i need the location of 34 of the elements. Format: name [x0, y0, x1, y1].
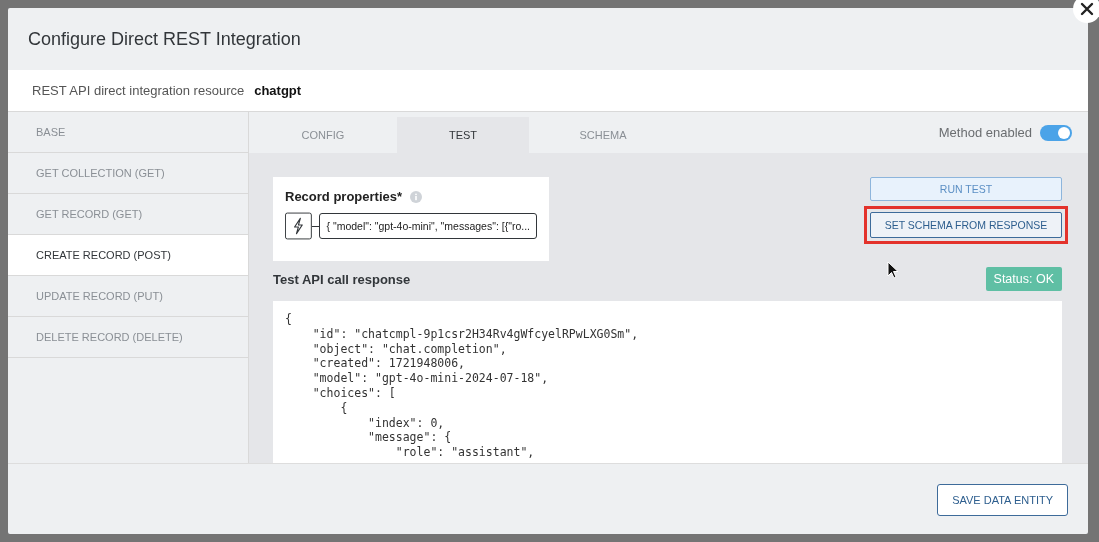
field-label: Record properties* [285, 189, 403, 204]
sidebar-item[interactable]: GET COLLECTION (GET) [8, 153, 248, 194]
code-line: { [285, 312, 293, 327]
code-line: "created": 1721948006, [311, 356, 466, 372]
code-line: "role": "assistant", [394, 445, 536, 460]
code-line: "id": "chatcmpl-9p1csr2H34Rv4gWfcyelRPwLXG0Sm", [311, 326, 640, 342]
lightning-icon[interactable] [285, 212, 312, 240]
close-icon [1080, 2, 1094, 16]
code-line: "index": 0, [367, 415, 445, 431]
run-test-button[interactable]: RUN TEST [870, 177, 1062, 201]
input-field[interactable]: { "model": "gpt-4o-mini", "messages": [{"ro... [319, 213, 537, 239]
dialog-title: Configure Direct REST Integration [28, 28, 301, 50]
sidebar-item[interactable]: DELETE RECORD (DELETE) [8, 317, 248, 358]
sidebar-item[interactable]: CREATE RECORD (POST) [8, 235, 248, 276]
close-button[interactable] [1073, 0, 1099, 23]
code-line: "model": "gpt-4o-mini-2024-07-18", [311, 371, 550, 386]
sidebar-item[interactable]: UPDATE RECORD (PUT) [8, 276, 248, 317]
code-line: { [339, 400, 349, 416]
tab[interactable]: CONFIG [249, 117, 397, 153]
mouse-pointer-icon [887, 261, 899, 279]
resource-label: REST API direct integration resource [32, 83, 245, 98]
sidebar-item[interactable]: BASE [8, 112, 248, 153]
code-line: "choices": [ [311, 386, 397, 401]
tab[interactable]: TEST [397, 117, 529, 153]
section-label: Test API call response [273, 271, 411, 287]
save-data-entity-button[interactable]: SAVE DATA ENTITY [937, 484, 1068, 516]
code-line: "message": { [367, 430, 453, 446]
set-schema-button[interactable]: SET SCHEMA FROM RESPONSE [870, 212, 1062, 238]
resource-name: chatgpt [254, 83, 302, 98]
tab[interactable]: SCHEMA [529, 117, 677, 153]
code-line: "object": "chat.completion", [311, 341, 508, 357]
toggle-label: Method enabled [938, 125, 1032, 140]
status-badge: Status: OK [985, 267, 1062, 291]
toggle-switch[interactable] [1040, 124, 1072, 141]
